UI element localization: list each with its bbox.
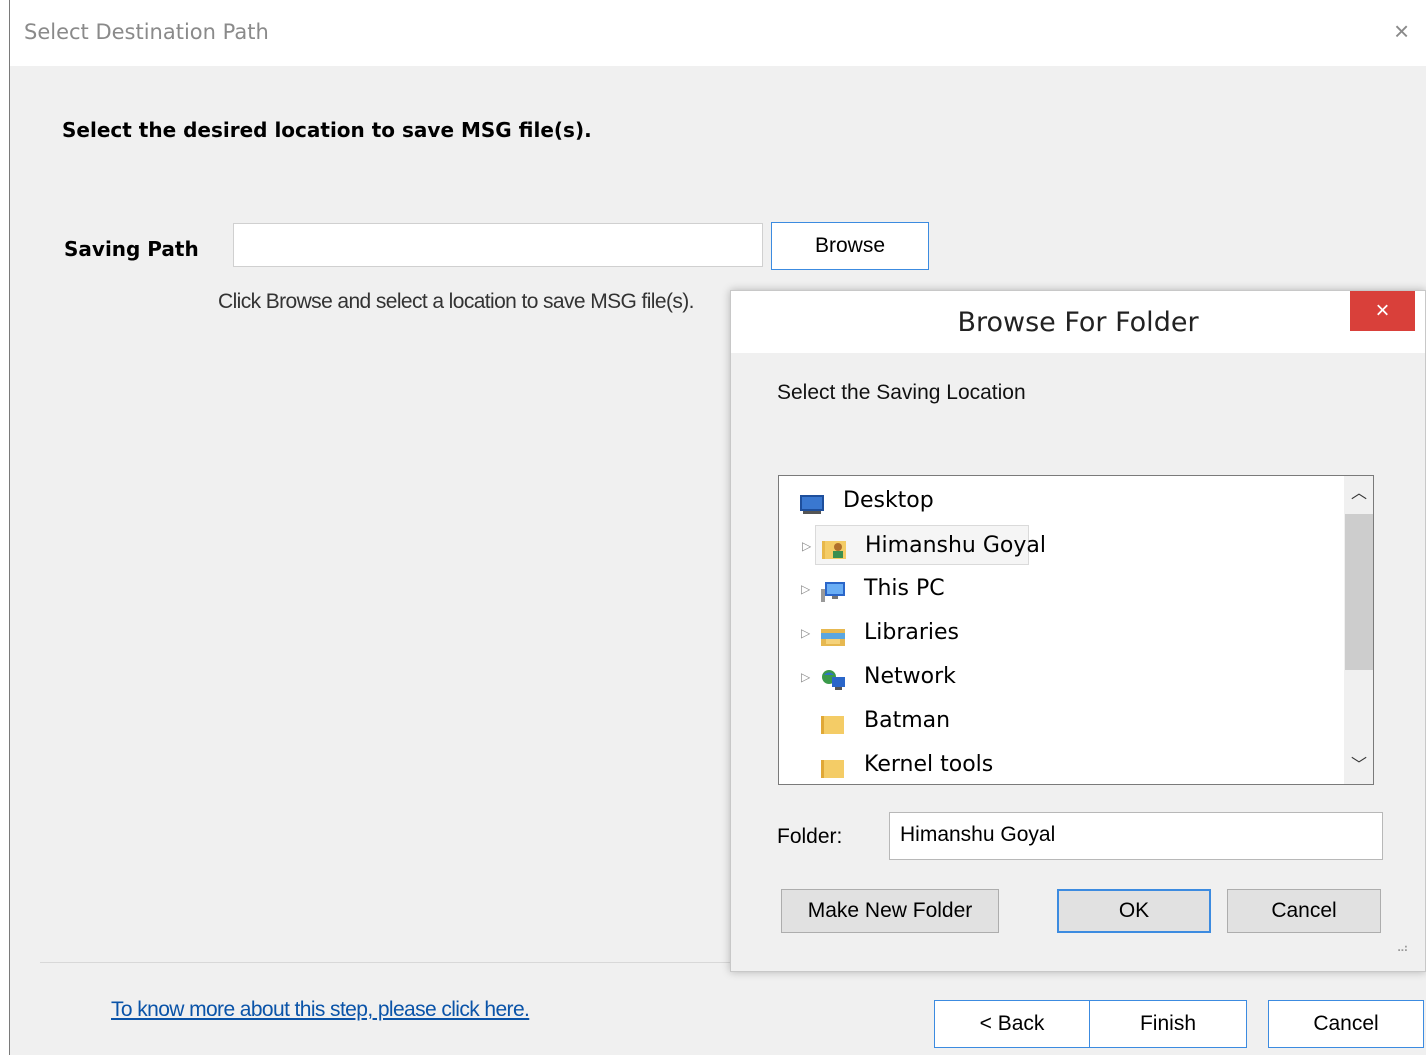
browse-hint-text: Click Browse and select a location to sa…: [218, 290, 694, 313]
desktop-icon: [799, 489, 825, 514]
tree-item[interactable]: Desktop: [779, 481, 1339, 521]
folder-input[interactable]: Himanshu Goyal: [889, 812, 1383, 860]
expand-arrow-icon[interactable]: ▷: [801, 613, 810, 653]
folder-icon: [820, 709, 846, 734]
dialog-title: Browse For Folder: [957, 307, 1199, 338]
tree-item-label: Network: [864, 664, 956, 689]
browse-button-label: Browse: [814, 234, 886, 257]
wizard-title: Select Destination Path: [24, 20, 269, 44]
folder-label: Folder:: [777, 825, 843, 848]
network-icon: [820, 665, 846, 690]
folder-tree[interactable]: Desktop ▷ Himanshu Goyal ▷ This PC ▷ Libraries…: [778, 475, 1374, 785]
make-new-folder-button[interactable]: Make New Folder: [781, 889, 999, 933]
scroll-down-icon[interactable]: ﹀: [1344, 748, 1373, 784]
tree-item-label: Desktop: [843, 488, 934, 513]
tree-item-label: Kernel tools: [864, 752, 994, 777]
close-icon: ×: [1375, 297, 1390, 324]
window-left-border: [0, 0, 10, 1055]
tree-scrollbar[interactable]: ︿ ﹀: [1344, 476, 1373, 784]
expand-arrow-icon[interactable]: ▷: [801, 657, 810, 697]
tree-item[interactable]: ▷ Libraries: [779, 613, 1339, 653]
browse-button[interactable]: Browse: [771, 222, 929, 270]
help-link[interactable]: To know more about this step, please cli…: [111, 998, 530, 1022]
scroll-thumb[interactable]: [1345, 514, 1373, 670]
browse-for-folder-dialog: Browse For Folder × Select the Saving Lo…: [730, 290, 1426, 972]
finish-button[interactable]: Finish: [1089, 1000, 1247, 1048]
tree-item-label: Himanshu Goyal: [865, 533, 1046, 558]
tree-item[interactable]: Batman: [779, 701, 1339, 741]
cancel-button[interactable]: Cancel: [1268, 1000, 1424, 1048]
back-button[interactable]: < Back: [934, 1000, 1090, 1048]
dialog-close-button[interactable]: ×: [1350, 291, 1415, 331]
footer-separator: [40, 962, 740, 963]
tree-item-label: Libraries: [864, 620, 960, 645]
user-folder-icon: [821, 534, 847, 559]
folder-icon: [820, 753, 846, 778]
tree-item[interactable]: Kernel tools: [779, 745, 1339, 784]
expand-arrow-icon[interactable]: ▷: [802, 526, 811, 566]
dialog-titlebar: Browse For Folder ×: [731, 291, 1425, 353]
tree-item[interactable]: ▷ This PC: [779, 569, 1339, 609]
dialog-description: Select the Saving Location: [777, 381, 1026, 404]
resize-grip-icon[interactable]: ⠠⠴: [1393, 941, 1409, 955]
tree-item-label: Batman: [864, 708, 951, 733]
libraries-icon: [820, 621, 846, 646]
tree-item[interactable]: ▷ Himanshu Goyal: [802, 525, 1046, 565]
wizard-close-icon[interactable]: ×: [1394, 18, 1409, 44]
computer-icon: [820, 577, 846, 602]
instruction-text: Select the desired location to save MSG …: [62, 118, 592, 142]
ok-button[interactable]: OK: [1057, 889, 1211, 933]
dialog-cancel-button[interactable]: Cancel: [1227, 889, 1381, 933]
tree-item[interactable]: ▷ Network: [779, 657, 1339, 697]
expand-arrow-icon[interactable]: ▷: [801, 569, 810, 609]
saving-path-label: Saving Path: [64, 237, 199, 261]
tree-item-label: This PC: [864, 576, 945, 601]
scroll-up-icon[interactable]: ︿: [1344, 476, 1373, 512]
saving-path-input[interactable]: [233, 223, 763, 267]
